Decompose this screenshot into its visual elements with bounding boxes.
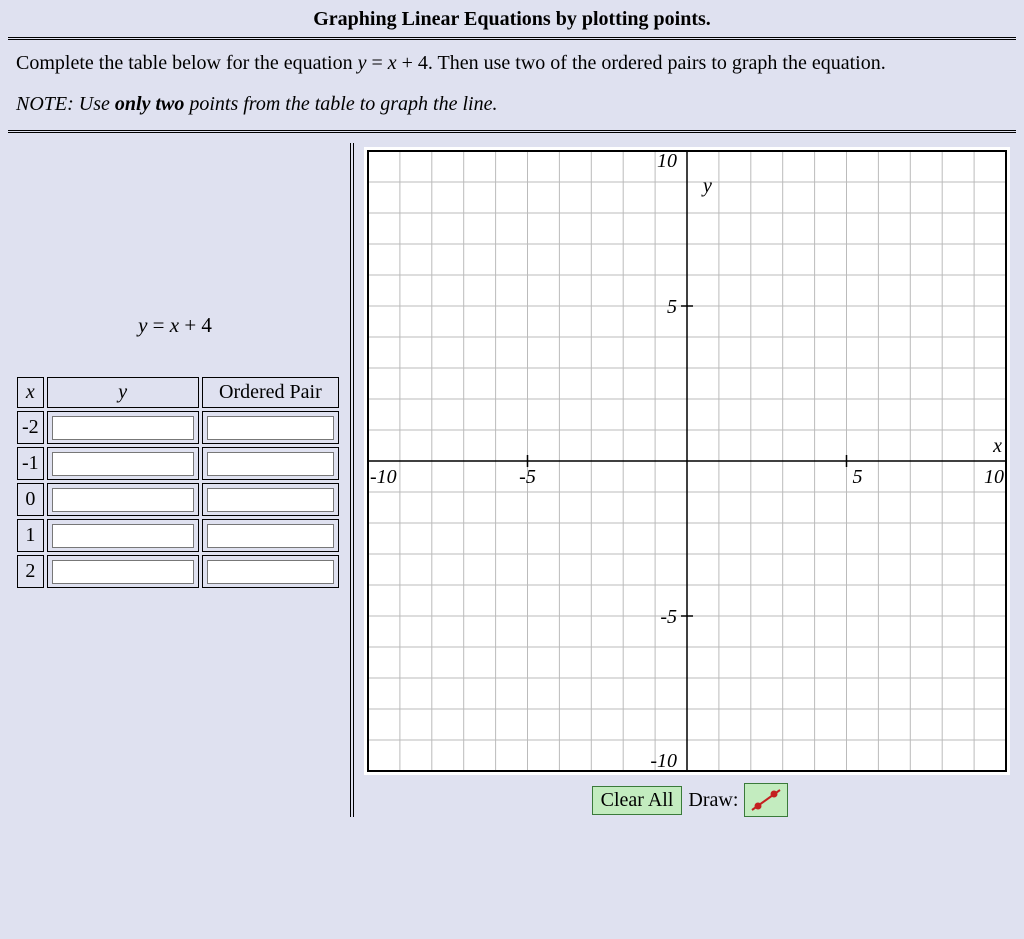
svg-text:5: 5 [853, 466, 863, 488]
right-panel: -10 -5 5 10 -10 -5 5 10 y x Clear All Draw: [354, 143, 1016, 817]
divider-top [8, 37, 1016, 40]
note-text: NOTE: Use only two points from the table… [0, 89, 1024, 130]
x-value: -2 [17, 411, 44, 444]
coordinate-grid: -10 -5 5 10 -10 -5 5 10 [364, 147, 1010, 775]
x-value: -1 [17, 447, 44, 480]
y-input[interactable] [52, 488, 194, 512]
table-row: 0 [17, 483, 339, 516]
x-value: 2 [17, 555, 44, 588]
y-input[interactable] [52, 560, 194, 584]
header-x: x [17, 377, 44, 408]
ordered-pair-input[interactable] [207, 524, 334, 548]
y-input[interactable] [52, 524, 194, 548]
x-axis-label: x [993, 435, 1002, 458]
svg-text:10: 10 [657, 150, 677, 172]
divider-mid [8, 130, 1016, 133]
x-value: 0 [17, 483, 44, 516]
left-panel: y = x + 4 x y Ordered Pair -2 -1 0 [8, 143, 354, 817]
table-row: 2 [17, 555, 339, 588]
line-through-points-icon [748, 786, 784, 814]
values-table: x y Ordered Pair -2 -1 0 1 [14, 374, 342, 591]
ordered-pair-input[interactable] [207, 488, 334, 512]
table-row: -1 [17, 447, 339, 480]
ordered-pair-input[interactable] [207, 560, 334, 584]
y-input[interactable] [52, 452, 194, 476]
table-row: -2 [17, 411, 339, 444]
draw-line-tool-button[interactable] [744, 783, 788, 817]
svg-text:10: 10 [984, 466, 1004, 488]
equation-display: y = x + 4 [8, 313, 342, 338]
header-ordered-pair: Ordered Pair [202, 377, 339, 408]
svg-text:5: 5 [667, 296, 677, 318]
header-y: y [47, 377, 199, 408]
svg-text:-5: -5 [660, 606, 677, 628]
y-input[interactable] [52, 416, 194, 440]
y-axis-label: y [703, 175, 712, 198]
svg-text:-5: -5 [519, 466, 536, 488]
x-value: 1 [17, 519, 44, 552]
graph-toolbar: Clear All Draw: [364, 783, 1016, 817]
ordered-pair-input[interactable] [207, 452, 334, 476]
clear-all-button[interactable]: Clear All [592, 786, 683, 815]
graph-canvas[interactable]: -10 -5 5 10 -10 -5 5 10 y x [364, 147, 1010, 775]
instructions-text: Complete the table below for the equatio… [0, 50, 1024, 89]
table-row: 1 [17, 519, 339, 552]
table-header-row: x y Ordered Pair [17, 377, 339, 408]
draw-label: Draw: [686, 789, 740, 812]
ordered-pair-input[interactable] [207, 416, 334, 440]
svg-text:-10: -10 [370, 466, 397, 488]
page-title: Graphing Linear Equations by plotting po… [0, 0, 1024, 37]
svg-text:-10: -10 [650, 750, 677, 772]
